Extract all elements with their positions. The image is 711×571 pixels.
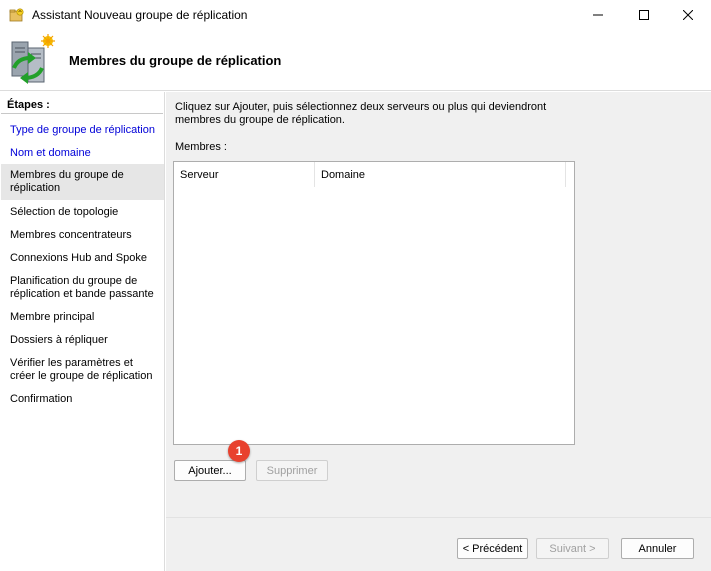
window-title: Assistant Nouveau groupe de réplication (32, 8, 248, 22)
step-name-domain[interactable]: Nom et domaine (1, 147, 164, 160)
main-panel: Cliquez sur Ajouter, puis sélectionnez d… (166, 92, 711, 571)
step-schedule-bandwidth: Planification du groupe de réplication e… (10, 275, 154, 300)
server-replication-icon (8, 34, 58, 86)
step-replication-type[interactable]: Type de groupe de réplication (1, 124, 164, 137)
maximize-icon (639, 10, 649, 20)
step-hub-spoke: Connexions Hub and Spoke (10, 252, 147, 264)
page-title: Membres du groupe de réplication (69, 53, 282, 68)
steps-header: Étapes : (1, 94, 163, 114)
wizard-header: Membres du groupe de réplication (0, 30, 711, 91)
maximize-button[interactable] (621, 0, 667, 30)
close-button[interactable] (665, 0, 711, 30)
annotation-badge: 1 (228, 440, 250, 462)
members-label: Membres : (175, 141, 227, 153)
instructions-text: Cliquez sur Ajouter, puis sélectionnez d… (175, 101, 547, 126)
footer-divider (166, 517, 711, 518)
add-button[interactable]: Ajouter... (174, 460, 246, 481)
step-primary-member: Membre principal (10, 311, 95, 323)
column-header-server[interactable]: Serveur (174, 162, 315, 187)
minimize-icon (593, 14, 603, 16)
next-button[interactable]: Suivant > (536, 538, 609, 559)
folder-sync-icon (9, 7, 25, 23)
step-hub-members: Membres concentrateurs (10, 229, 132, 241)
cancel-button[interactable]: Annuler (621, 538, 694, 559)
title-bar: Assistant Nouveau groupe de réplication (0, 0, 711, 30)
column-header-domain[interactable]: Domaine (315, 162, 566, 187)
close-icon (683, 10, 693, 20)
step-folders: Dossiers à répliquer (10, 334, 108, 346)
step-group-members: Membres du groupe de réplication (1, 164, 164, 200)
minimize-button[interactable] (575, 0, 621, 30)
previous-button[interactable]: < Précédent (457, 538, 528, 559)
steps-sidebar: Étapes : Type de groupe de réplication N… (0, 92, 165, 571)
step-confirmation: Confirmation (10, 393, 73, 405)
remove-button[interactable]: Supprimer (256, 460, 328, 481)
step-review-create: Vérifier les paramètres et créer le grou… (10, 357, 153, 382)
members-list[interactable]: Serveur Domaine (173, 161, 575, 445)
step-topology: Sélection de topologie (10, 206, 119, 218)
